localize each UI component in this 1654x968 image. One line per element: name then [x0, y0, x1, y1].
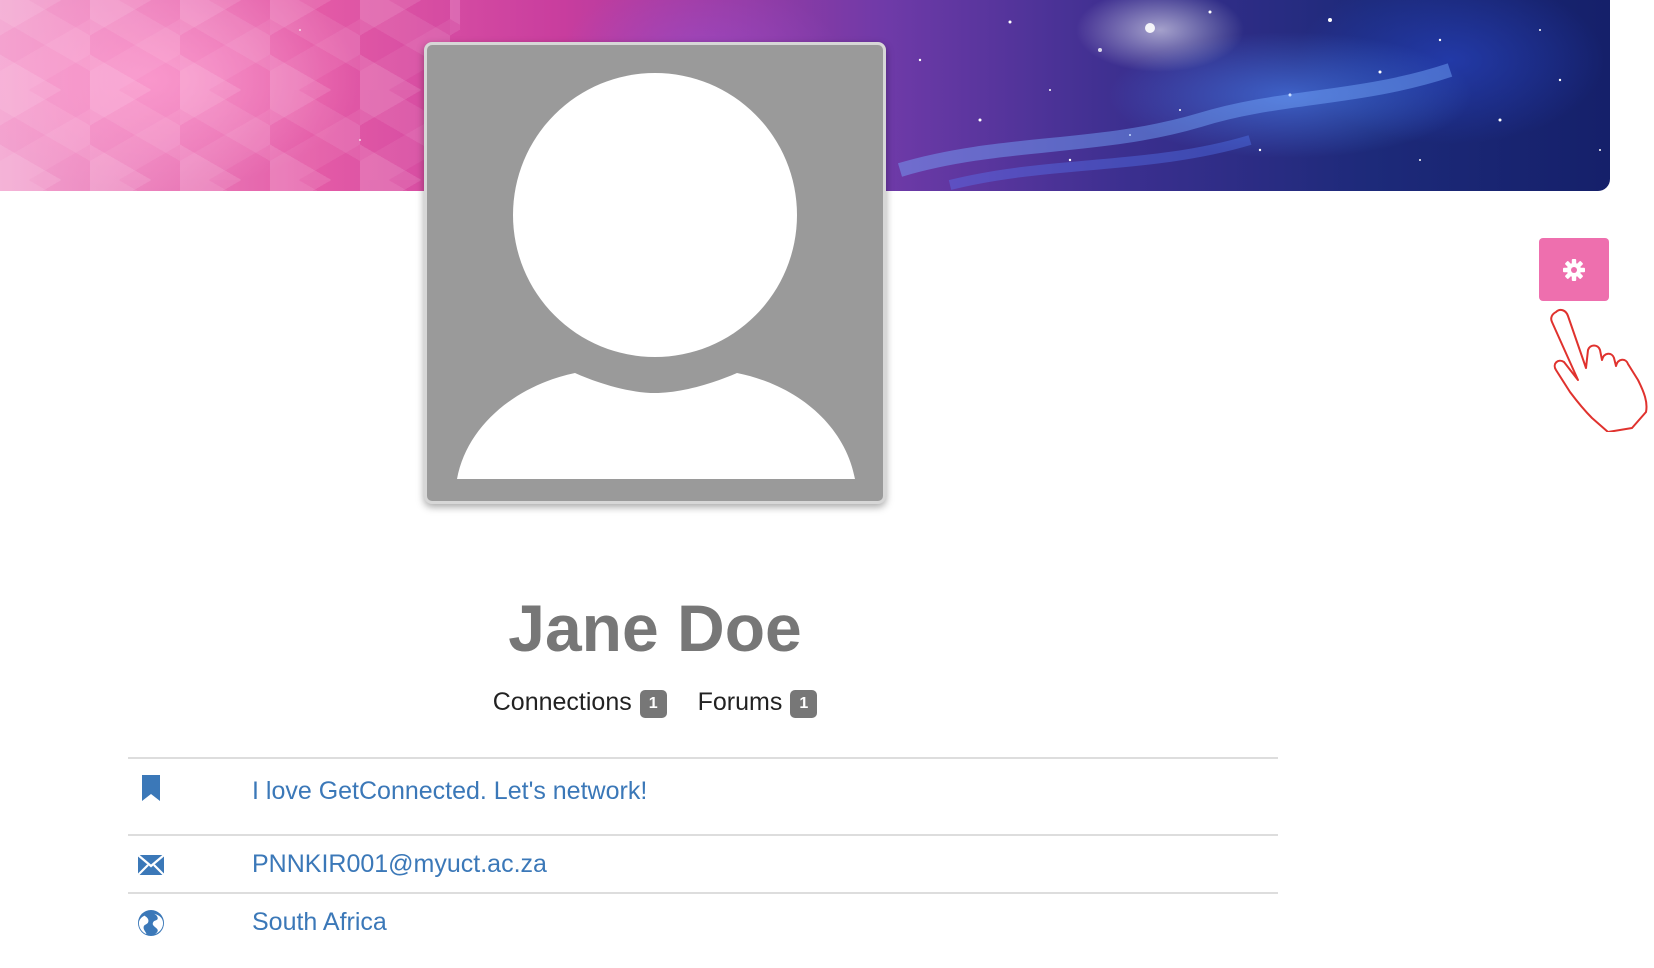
forums-label: Forums [697, 688, 783, 716]
hand-pointer-icon [1550, 308, 1648, 432]
info-row-country: South Africa [128, 892, 1278, 952]
profile-avatar [424, 42, 886, 504]
connections-link[interactable]: Connections 1 [493, 686, 667, 718]
globe-icon [138, 910, 164, 936]
gear-icon [1563, 258, 1585, 281]
email-link[interactable]: PNNKIR001@myuct.ac.za [252, 848, 547, 880]
forums-link[interactable]: Forums 1 [698, 686, 818, 718]
profile-name: Jane Doe [508, 591, 802, 665]
envelope-icon [138, 852, 164, 878]
profile-page: Jane Doe Connections 1 Forums 1 I love G… [0, 0, 1654, 968]
bookmark-icon [138, 775, 164, 801]
forums-count-badge: 1 [790, 690, 818, 718]
default-user-silhouette [457, 73, 855, 479]
status-text[interactable]: I love GetConnected. Let's network! [252, 775, 647, 807]
country-text[interactable]: South Africa [252, 906, 387, 938]
connections-label: Connections [492, 688, 632, 716]
profile-info-list: I love GetConnected. Let's network! PNNK… [128, 757, 1278, 952]
info-row-status: I love GetConnected. Let's network! [128, 757, 1278, 834]
connections-count-badge: 1 [639, 690, 667, 718]
settings-button[interactable] [1539, 238, 1609, 301]
profile-stats: Connections 1 Forums 1 [0, 686, 1310, 718]
info-row-email: PNNKIR001@myuct.ac.za [128, 834, 1278, 892]
